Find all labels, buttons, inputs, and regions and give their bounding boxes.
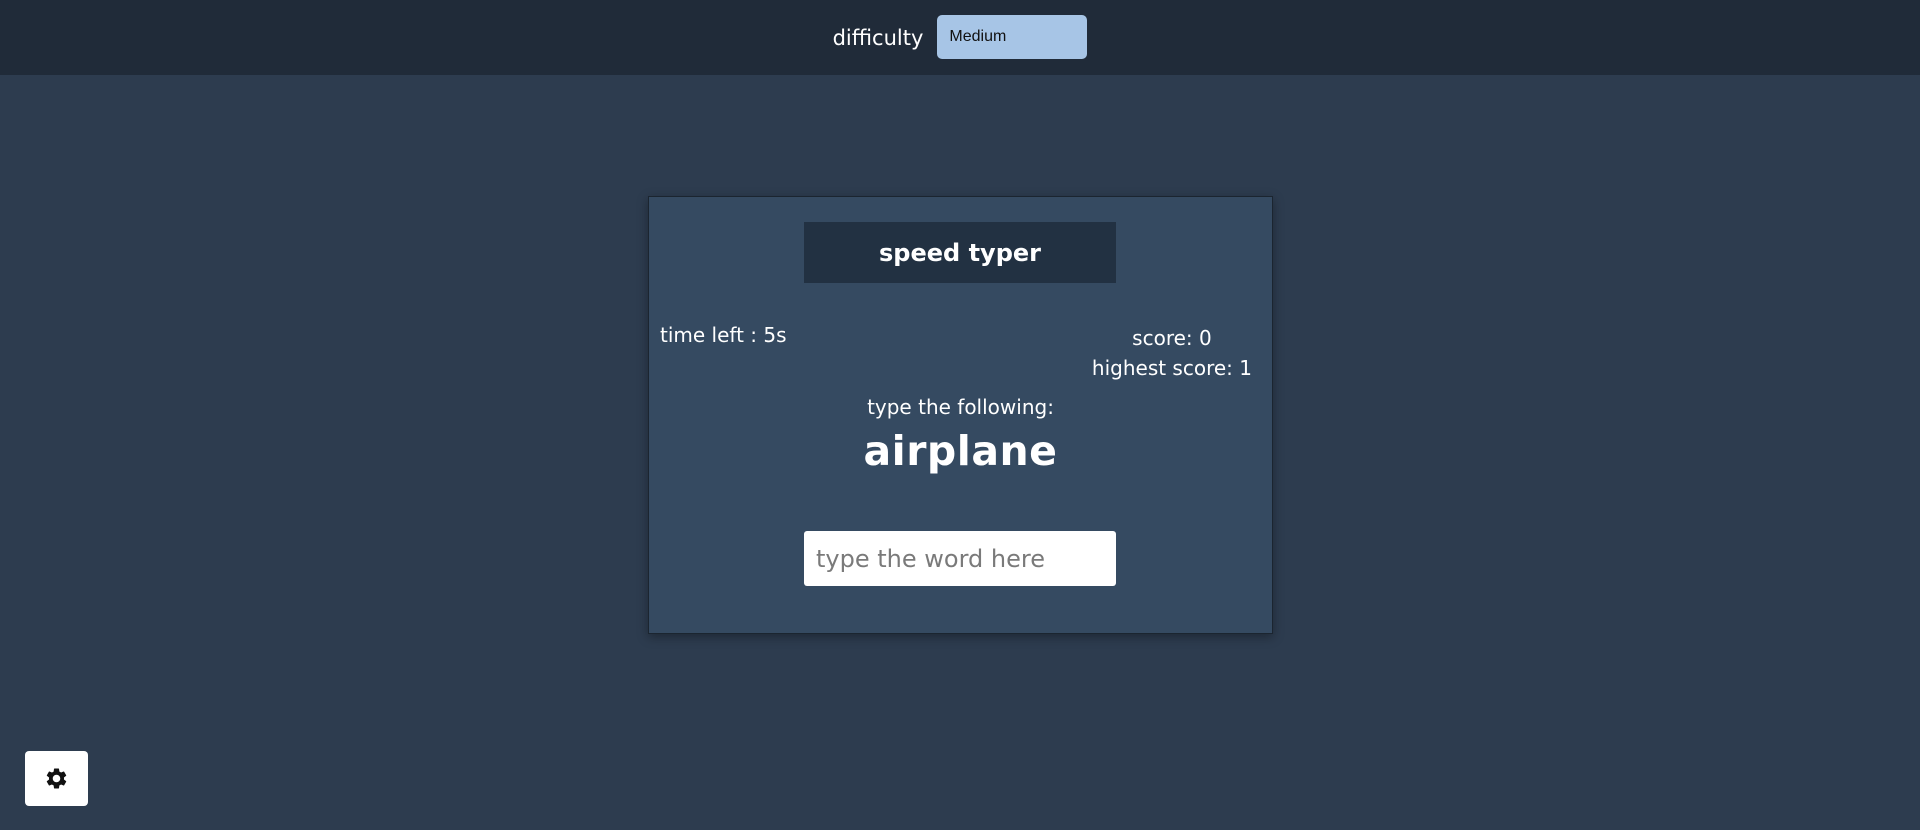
difficulty-label: difficulty	[832, 25, 924, 50]
game-card: speed typer time left : 5s score: 0 high…	[648, 196, 1273, 634]
time-left-display: time left : 5s	[660, 323, 787, 347]
target-word: airplane	[863, 427, 1058, 475]
highest-score-display: highest score: 1	[1091, 356, 1252, 380]
settings-button[interactable]	[25, 751, 88, 806]
top-bar: difficulty Medium	[0, 0, 1920, 75]
score-panel: score: 0 highest score: 1	[1092, 323, 1252, 383]
score-display: score: 0	[1132, 326, 1212, 350]
game-title: speed typer	[804, 222, 1116, 283]
gear-icon	[46, 768, 67, 789]
difficulty-select[interactable]: Medium	[937, 14, 1088, 59]
prompt-label: type the following:	[867, 395, 1054, 419]
word-input[interactable]	[804, 531, 1116, 586]
